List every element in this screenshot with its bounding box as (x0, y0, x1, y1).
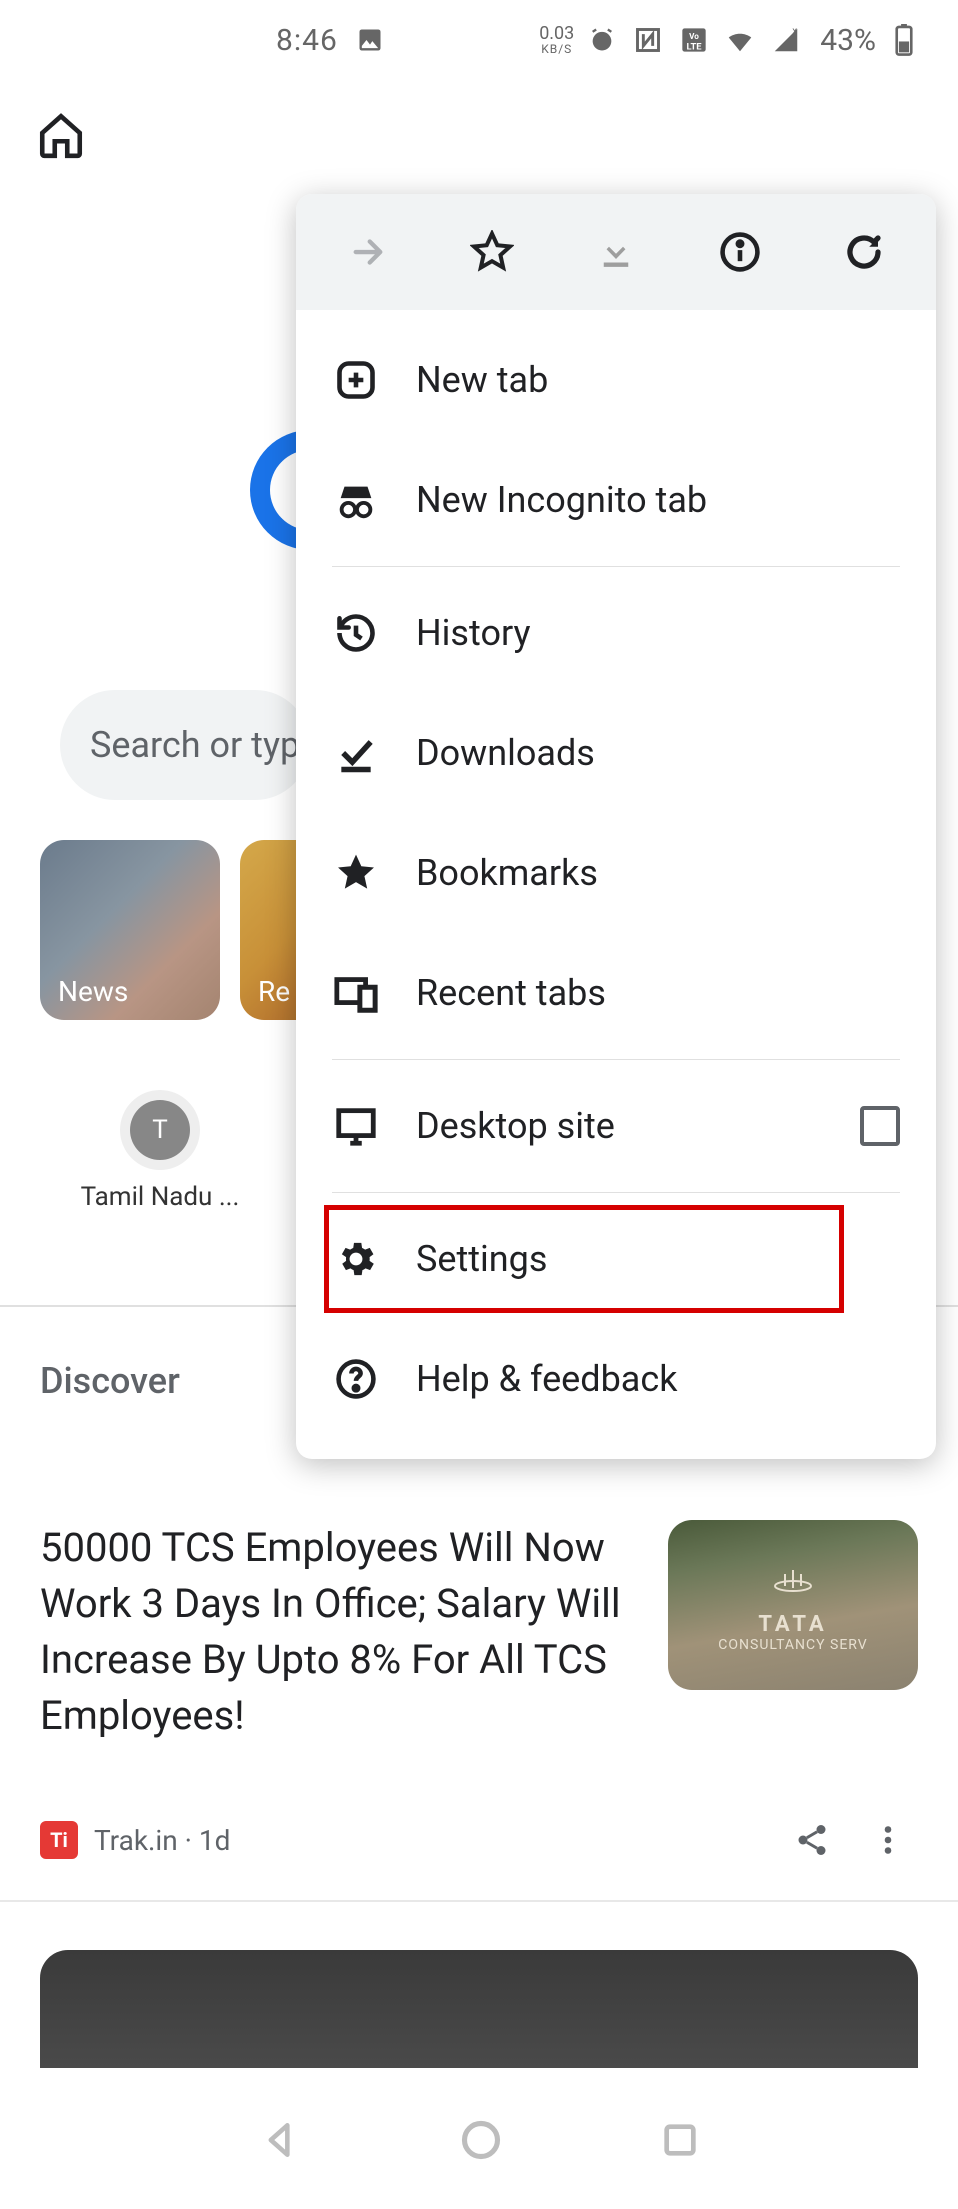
avatar-initial: T (130, 1100, 190, 1160)
nav-back-icon[interactable] (258, 2118, 302, 2162)
plus-square-icon (332, 356, 380, 404)
wifi-icon (722, 22, 758, 58)
star-icon[interactable] (463, 223, 521, 281)
menu-item-downloads[interactable]: Downloads (296, 693, 936, 813)
nav-home-icon[interactable] (459, 2118, 503, 2162)
download-icon[interactable] (587, 223, 645, 281)
refresh-icon[interactable] (835, 223, 893, 281)
home-icon[interactable] (36, 110, 86, 160)
divider (0, 1900, 958, 1902)
menu-item-settings[interactable]: Settings (296, 1199, 936, 1319)
card-thumbnail: TATA CONSULTANCY SERV (668, 1520, 918, 1690)
checkbox[interactable] (860, 1106, 900, 1146)
signal-icon: x (768, 22, 804, 58)
share-icon[interactable] (782, 1810, 842, 1870)
more-icon[interactable] (858, 1810, 918, 1870)
svg-text:x: x (793, 26, 798, 37)
menu-separator (332, 1059, 900, 1060)
discover-card[interactable]: 50000 TCS Employees Will Now Work 3 Days… (40, 1520, 918, 1744)
status-bar: 8:46 0.03 KB/S VoLTE x 43% (0, 0, 958, 80)
menu-separator (332, 566, 900, 567)
avatar: T (120, 1090, 200, 1170)
search-input[interactable]: Search or typ (60, 690, 310, 800)
tile-news[interactable]: News (40, 840, 220, 1020)
shortcut-tile[interactable]: T Tamil Nadu ... (80, 1090, 240, 1212)
menu-item-new-tab[interactable]: New tab (296, 320, 936, 440)
incognito-icon (332, 476, 380, 524)
svg-text:Vo: Vo (689, 31, 699, 41)
card-headline: 50000 TCS Employees Will Now Work 3 Days… (40, 1520, 640, 1744)
shortcut-label: Tamil Nadu ... (81, 1182, 240, 1212)
info-icon[interactable] (711, 223, 769, 281)
source-icon: Ti (40, 1821, 78, 1859)
battery-icon (886, 22, 922, 58)
tile-label: Re (258, 975, 290, 1008)
gear-icon (332, 1235, 380, 1283)
menu-item-desktop-site[interactable]: Desktop site (296, 1066, 936, 1186)
discover-heading: Discover (40, 1360, 180, 1402)
nav-bar (0, 2080, 958, 2200)
devices-icon (332, 969, 380, 1017)
star-fill-icon (332, 849, 380, 897)
menu-separator (332, 1192, 900, 1193)
desktop-icon (332, 1102, 380, 1150)
forward-icon[interactable] (339, 223, 397, 281)
data-rate: 0.03 KB/S (539, 25, 574, 55)
history-icon (332, 609, 380, 657)
menu-item-history[interactable]: History (296, 573, 936, 693)
picture-icon (352, 22, 388, 58)
volte-icon: VoLTE (676, 22, 712, 58)
check-underline-icon (332, 729, 380, 777)
svg-text:LTE: LTE (687, 41, 703, 52)
menu-item-help[interactable]: Help & feedback (296, 1319, 936, 1439)
menu-item-bookmarks[interactable]: Bookmarks (296, 813, 936, 933)
nfc-icon (630, 22, 666, 58)
alarm-icon (584, 22, 620, 58)
overflow-menu: New tab New Incognito tab History Downlo (296, 194, 936, 1459)
nav-recent-icon[interactable] (660, 2120, 700, 2160)
clock: 8:46 (276, 23, 338, 58)
menu-item-incognito[interactable]: New Incognito tab (296, 440, 936, 560)
menu-toolbar (296, 194, 936, 310)
battery-percent: 43% (820, 23, 876, 58)
tile-label: News (58, 975, 128, 1008)
search-placeholder: Search or typ (90, 724, 300, 766)
card-source: Trak.in · 1d (94, 1824, 766, 1857)
menu-item-recent-tabs[interactable]: Recent tabs (296, 933, 936, 1053)
help-icon (332, 1355, 380, 1403)
